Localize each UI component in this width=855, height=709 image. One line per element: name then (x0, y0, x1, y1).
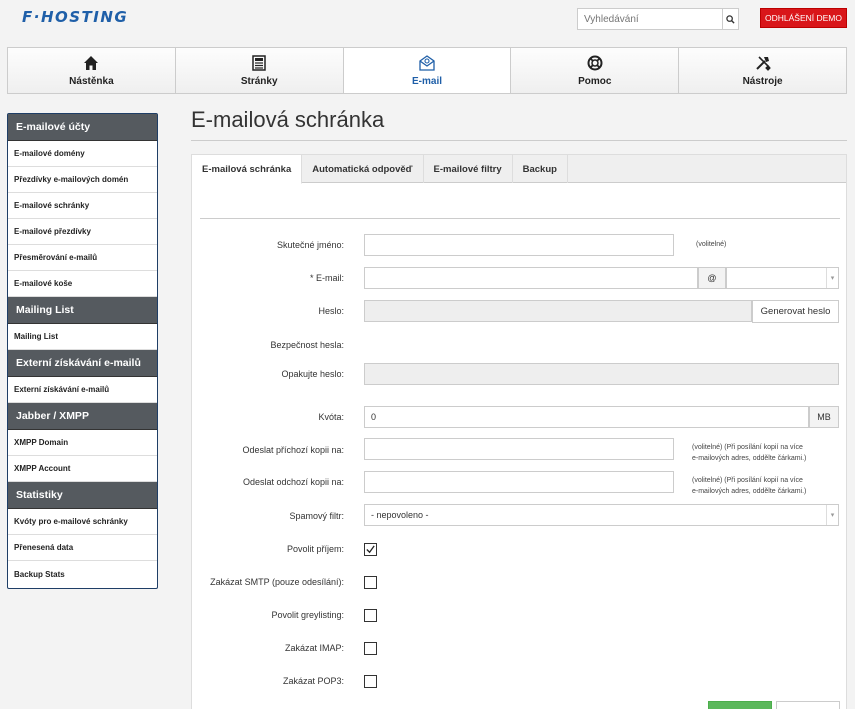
sidebar-item-email-bins[interactable]: E-mailové koše (8, 271, 157, 297)
cancel-button[interactable] (776, 701, 840, 709)
real-name-label: Skutečné jméno: (276, 240, 344, 250)
copy-outgoing-input[interactable] (364, 471, 674, 493)
copy-outgoing-hint: (volitelné) (Při posílání kopií na více … (692, 475, 806, 497)
disable-pop3-checkbox[interactable] (364, 675, 377, 688)
disable-smtp-label: Zakázat SMTP (pouze odesílání): (210, 577, 344, 587)
email-local-input[interactable] (364, 267, 698, 289)
checkmark-icon (366, 545, 375, 554)
sidebar-item-mailing-list[interactable]: Mailing List (8, 324, 157, 350)
email-domain-select[interactable]: ▾ (726, 267, 839, 289)
email-label: * E-mail: (309, 273, 344, 283)
real-name-input[interactable] (364, 234, 674, 256)
page-title: E-mailová schránka (191, 107, 385, 132)
nav-label: Nástroje (742, 75, 783, 87)
save-button[interactable] (708, 701, 772, 709)
tab-autoresponder[interactable]: Automatická odpověď (302, 155, 424, 183)
spam-filter-select[interactable]: - nepovoleno - ▾ (364, 504, 839, 526)
copy-outgoing-label: Odeslat odchozí kopii na: (242, 477, 344, 487)
tab-mailbox[interactable]: E-mailová schránka (192, 155, 303, 184)
password-input[interactable] (364, 300, 752, 322)
sidebar-item-mailboxes[interactable]: E-mailové schránky (8, 193, 157, 219)
sidebar-item-backup-stats[interactable]: Backup Stats (8, 561, 157, 587)
nav-item-email[interactable]: E-mail (343, 48, 512, 93)
sidebar-item-xmpp-account[interactable]: XMPP Account (8, 456, 157, 482)
lifebuoy-icon (587, 55, 603, 70)
sidebar-item-domain-aliases[interactable]: Přezdívky e-mailových domén (8, 167, 157, 193)
chevron-down-icon: ▾ (826, 505, 838, 525)
quota-input[interactable] (364, 406, 809, 428)
search-box (577, 8, 739, 30)
nav-item-pages[interactable]: Stránky (175, 48, 344, 93)
nav-label: Stránky (240, 75, 278, 87)
home-icon (84, 55, 99, 70)
hint-line: (volitelné) (Při posílání kopií na více (692, 444, 803, 451)
search-input[interactable] (577, 8, 723, 30)
sidebar-item-mailbox-quotas[interactable]: Kvóty pro e-mailové schránky (8, 509, 157, 535)
spam-filter-label: Spamový filtr: (289, 511, 344, 521)
nav-item-tools[interactable]: Nástroje (679, 48, 846, 93)
quota-unit: MB (809, 406, 839, 428)
sidebar-item-xmpp-domain[interactable]: XMPP Domain (8, 430, 157, 456)
hint-line: e-mailových adres, oddělte čárkami.) (692, 455, 807, 462)
nav-label: Pomoc (578, 75, 612, 87)
sidebar-item-external-fetch[interactable]: Externí získávání e-mailů (8, 377, 157, 403)
optional-hint: (volitelné) (696, 241, 727, 248)
generate-password-button[interactable]: Generovat heslo (752, 300, 839, 323)
greylisting-label: Povolit greylisting: (271, 610, 344, 620)
copy-incoming-label: Odeslat příchozí kopii na: (242, 445, 344, 455)
tools-icon (755, 55, 771, 71)
greylisting-checkbox[interactable] (364, 609, 377, 622)
copy-incoming-input[interactable] (364, 438, 674, 460)
divider (200, 218, 840, 219)
disable-smtp-checkbox[interactable] (364, 576, 377, 589)
sidebar-header: E-mailové účty (8, 114, 157, 141)
nav-label: Nástěnka (69, 75, 114, 87)
form-panel: E-mailová schránka Automatická odpověď E… (191, 154, 847, 709)
logout-button[interactable]: ODHLÁŠENÍ DEMO (760, 8, 847, 28)
divider (191, 140, 847, 141)
repeat-password-input[interactable] (364, 363, 839, 385)
nav-label: E-mail (411, 75, 442, 87)
search-button[interactable] (723, 8, 739, 30)
quota-label: Kvóta: (318, 412, 344, 422)
spam-filter-value: - nepovoleno - (371, 510, 429, 520)
disable-imap-label: Zakázat IMAP: (284, 643, 344, 653)
chevron-down-icon: ▾ (826, 268, 838, 288)
allow-receive-checkbox[interactable] (364, 543, 377, 556)
sidebar-header: Mailing List (8, 297, 157, 324)
sidebar-item-email-domains[interactable]: E-mailové domény (8, 141, 157, 167)
at-sign: @ (698, 267, 726, 289)
hint-line: e-mailových adres, oddělte čárkami.) (692, 488, 807, 495)
pages-icon (252, 54, 266, 71)
sidebar-item-forwarding[interactable]: Přesměrování e-mailů (8, 245, 157, 271)
hint-line: (volitelné) (Při posílání kopií na více (692, 477, 803, 484)
repeat-password-label: Opakujte heslo: (281, 369, 344, 379)
nav-item-dashboard[interactable]: Nástěnka (8, 48, 176, 93)
password-strength-label: Bezpečnost hesla: (270, 340, 344, 350)
password-label: Heslo: (318, 306, 344, 316)
sidebar-header: Externí získávání e-mailů (8, 350, 157, 377)
sidebar-header: Statistiky (8, 482, 157, 509)
sidebar-item-transferred-data[interactable]: Přenesená data (8, 535, 157, 561)
disable-imap-checkbox[interactable] (364, 642, 377, 655)
sidebar: E-mailové účty E-mailové domény Přezdívk… (7, 113, 158, 589)
copy-incoming-hint: (volitelné) (Při posílání kopií na více … (692, 442, 806, 464)
disable-pop3-label: Zakázat POP3: (282, 676, 344, 686)
tab-email-filters[interactable]: E-mailové filtry (424, 155, 513, 183)
tab-backup[interactable]: Backup (513, 155, 568, 183)
main-nav: Nástěnka Stránky E-mail Pomoc Nástroje (7, 47, 847, 94)
allow-receive-label: Povolit příjem: (286, 544, 344, 554)
email-icon (419, 54, 435, 71)
sidebar-item-email-aliases[interactable]: E-mailové přezdívky (8, 219, 157, 245)
nav-item-help[interactable]: Pomoc (511, 48, 680, 93)
sidebar-header: Jabber / XMPP (8, 403, 157, 430)
search-icon (726, 14, 735, 24)
tab-bar: E-mailová schránka Automatická odpověď E… (192, 155, 846, 184)
logo[interactable]: F·HOSTING (22, 8, 128, 26)
